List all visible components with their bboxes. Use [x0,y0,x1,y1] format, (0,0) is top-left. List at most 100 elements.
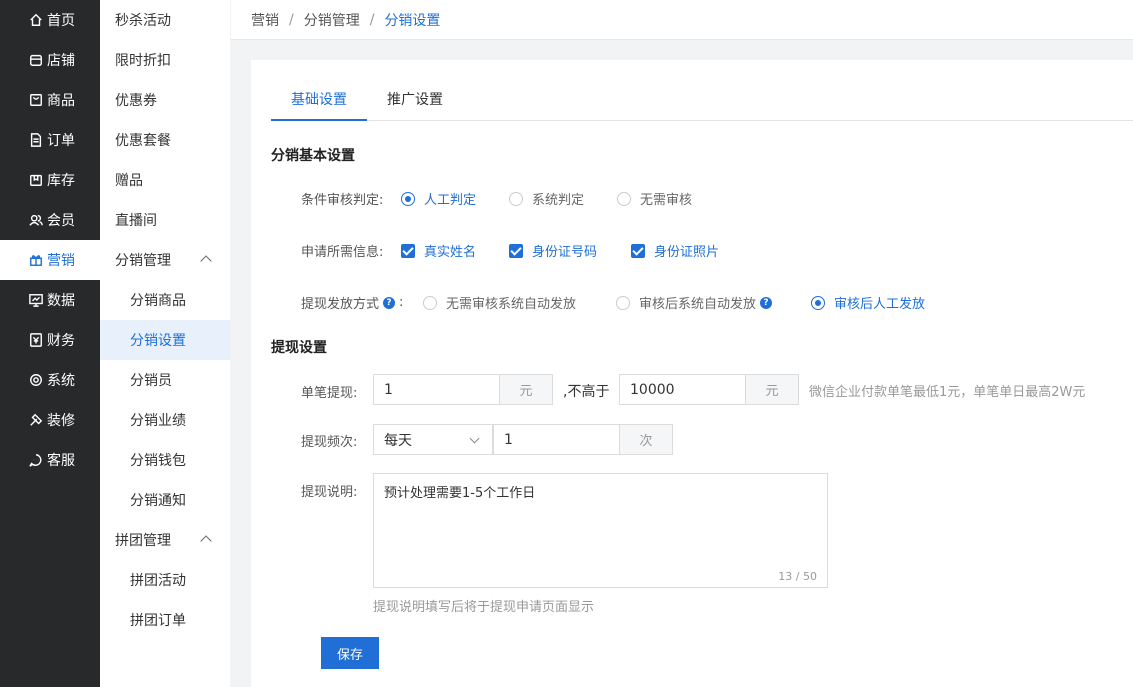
nav-item-service[interactable]: 客服 [0,440,100,480]
breadcrumb-current: 分销设置 [384,12,441,29]
radio-label: 无需审核 [640,193,693,208]
info-checkbox-name[interactable]: 真实姓名 [401,241,476,260]
description-label: 提现说明: [301,485,358,500]
audit-radio-system[interactable]: 系统判定 [509,189,584,208]
checkbox-checked [509,243,523,258]
sub-group-distribution[interactable]: 分销管理 [100,240,230,280]
frequency-period-select[interactable]: 每天 [373,424,493,455]
nav-label: 会员 [47,213,75,229]
nav-label: 客服 [47,453,75,469]
info-checkbox-idphoto[interactable]: 身份证照片 [631,241,719,260]
select-value: 每天 [384,432,412,449]
radio-unchecked [423,295,437,310]
sub-item-dist-wallet[interactable]: 分销钱包 [100,440,230,480]
description-textarea[interactable]: 预计处理需要1-5个工作日 13 / 50 [373,473,828,588]
textarea-value: 预计处理需要1-5个工作日 [384,486,536,501]
payout-radio-audit-auto[interactable]: 审核后系统自动发放? [616,293,773,312]
max-amount-input[interactable]: 10000 [619,374,746,405]
section-title-basic: 分销基本设置 [271,148,355,164]
radio-checked [811,295,825,310]
sub-item-discount[interactable]: 限时折扣 [100,40,230,80]
save-button[interactable]: 保存 [321,637,379,669]
gift-icon [28,252,44,268]
nav-item-marketing[interactable]: 营销 [0,240,100,280]
nav-item-order[interactable]: 订单 [0,120,100,160]
nav-item-home[interactable]: 首页 [0,0,100,40]
sub-item-dist-goods[interactable]: 分销商品 [100,280,230,320]
chat-icon [28,452,44,468]
single-withdraw-label: 单笔提现: [301,386,358,401]
radio-unchecked [509,191,523,206]
sub-item-dist-performance[interactable]: 分销业绩 [100,400,230,440]
tab-promo-settings[interactable]: 推广设置 [387,84,443,121]
payout-radio-auto[interactable]: 无需审核系统自动发放 [423,293,576,312]
nav-item-finance[interactable]: 财务 [0,320,100,360]
help-icon[interactable]: ? [383,296,396,309]
breadcrumb-distribution[interactable]: 分销管理 [304,10,360,30]
radio-label: 系统判定 [532,193,585,208]
nav-label: 商品 [47,93,75,109]
nav-item-inventory[interactable]: 库存 [0,160,100,200]
sub-item-package[interactable]: 优惠套餐 [100,120,230,160]
char-counter: 13 / 50 [778,570,817,583]
breadcrumb-separator: / [289,11,294,28]
sub-group-groupbuy[interactable]: 拼团管理 [100,520,230,560]
sub-item-seckill[interactable]: 秒杀活动 [100,0,230,40]
tab-bar: 基础设置 推广设置 [271,84,1133,121]
sub-item-dist-members[interactable]: 分销员 [100,360,230,400]
info-checkbox-idnumber[interactable]: 身份证号码 [509,241,597,260]
payout-label-text: 提现发放方式 [301,297,380,312]
payout-label-colon: : [399,295,404,310]
radio-label: 人工判定 [424,193,477,208]
sub-item-dist-settings[interactable]: 分销设置 [100,320,230,360]
checkbox-checked [401,243,415,258]
nav-label: 店铺 [47,53,75,69]
sub-item-groupbuy-activity[interactable]: 拼团活动 [100,560,230,600]
nav-item-decorate[interactable]: 装修 [0,400,100,440]
radio-checked [401,191,415,206]
sub-item-groupbuy-orders[interactable]: 拼团订单 [100,600,230,640]
chevron-down-icon [469,433,480,444]
sub-item-gift[interactable]: 赠品 [100,160,230,200]
group-label: 拼团管理 [115,533,171,549]
radio-label: 审核后系统自动发放 [639,297,757,312]
audit-radio-manual[interactable]: 人工判定 [401,189,476,208]
nav-label: 首页 [47,13,75,29]
payout-radio-audit-manual[interactable]: 审核后人工发放 [811,293,925,312]
checkbox-label: 身份证照片 [654,245,720,260]
nav-item-store[interactable]: 店铺 [0,40,100,80]
nav-item-data[interactable]: 数据 [0,280,100,320]
nav-label: 订单 [47,133,75,149]
frequency-count-unit: 次 [619,424,673,455]
audit-radio-none[interactable]: 无需审核 [617,189,692,208]
info-label: 申请所需信息: [301,245,384,260]
group-label: 分销管理 [115,253,171,269]
main-nav: 首页 店铺 商品 订单 库存 会员 营销 数据 财务 系统 装修 客服 [0,0,100,687]
min-amount-input[interactable]: 1 [373,374,500,405]
nav-label: 系统 [47,373,75,389]
data-icon [28,292,44,308]
help-icon[interactable]: ? [760,296,773,309]
breadcrumb-marketing[interactable]: 营销 [251,10,279,30]
sub-item-live[interactable]: 直播间 [100,200,230,240]
checkbox-label: 真实姓名 [424,245,477,260]
home-icon [28,12,44,28]
withdraw-limit-hint: 微信企业付款单笔最低1元，单笔单日最高2W元 [809,385,1086,400]
max-amount-unit: 元 [745,374,799,405]
nav-label: 数据 [47,293,75,309]
settings-panel: 基础设置 推广设置 分销基本设置 条件审核判定: 人工判定 系统判定 无需审核 … [251,60,1133,687]
order-icon [28,132,44,148]
radio-label: 无需审核系统自动发放 [446,297,577,312]
sub-item-dist-notice[interactable]: 分销通知 [100,480,230,520]
sub-item-coupon[interactable]: 优惠券 [100,80,230,120]
radio-unchecked [616,295,630,310]
member-icon [28,212,44,228]
nav-item-system[interactable]: 系统 [0,360,100,400]
tab-basic-settings[interactable]: 基础设置 [271,84,367,121]
product-icon [28,92,44,108]
nav-item-member[interactable]: 会员 [0,200,100,240]
decorate-icon [28,412,44,428]
checkbox-label: 身份证号码 [532,245,598,260]
nav-item-product[interactable]: 商品 [0,80,100,120]
frequency-count-input[interactable]: 1 [493,424,620,455]
